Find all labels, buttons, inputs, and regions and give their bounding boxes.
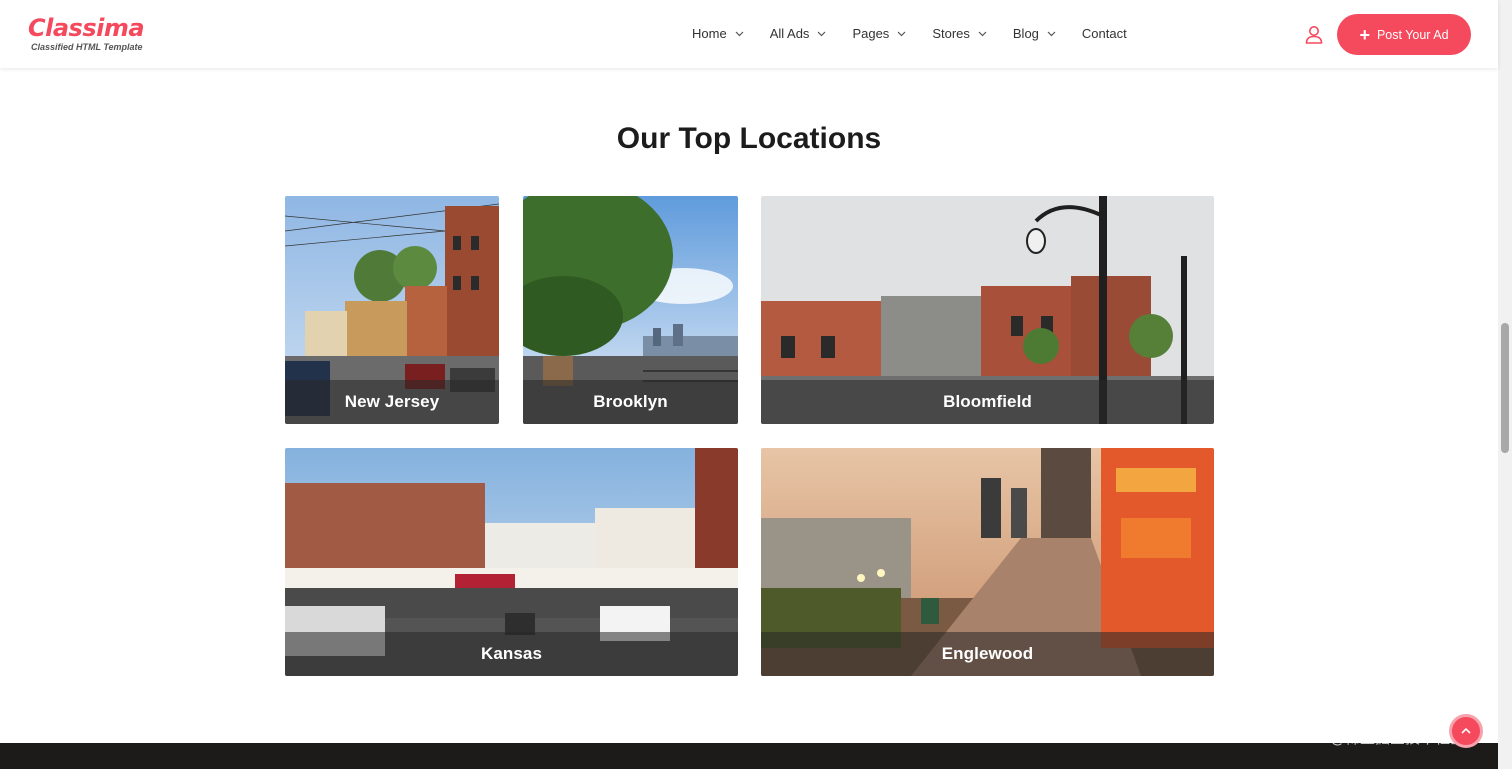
location-name: New Jersey: [344, 392, 440, 411]
nav-item-label: Stores: [932, 26, 970, 41]
nav-item-blog[interactable]: Blog: [1013, 24, 1056, 44]
nav-item-label: Contact: [1081, 26, 1127, 41]
location-card-brooklyn[interactable]: Brooklyn: [523, 196, 738, 424]
location-label-bar: Kansas: [285, 632, 738, 676]
location-card-englewood[interactable]: Englewood: [761, 448, 1214, 676]
watermark: @稀土掘金技术社区: [1330, 729, 1466, 747]
nav-item-stores[interactable]: Stores: [932, 24, 987, 44]
location-name: Kansas: [480, 644, 543, 663]
site-header: Classima Classified HTML Template Home A…: [0, 0, 1498, 68]
location-name: Bloomfield: [943, 392, 1032, 411]
arrow-up-icon: [1461, 727, 1471, 734]
post-button-label: Post Your Ad: [1376, 27, 1449, 42]
back-to-top-button[interactable]: [1449, 714, 1483, 748]
nav-item-all-ads[interactable]: All Ads: [770, 24, 827, 44]
nav-item-label: Home: [692, 26, 727, 41]
section-title: Our Top Locations: [616, 122, 882, 155]
scrollbar-thumb[interactable]: [1501, 323, 1509, 453]
location-name: Englewood: [941, 644, 1034, 663]
main-nav: Home All Ads Pages Stores Blog Contact: [692, 24, 1153, 44]
post-your-ad-button[interactable]: + Post Your Ad: [1337, 14, 1471, 55]
location-label-bar: Brooklyn: [523, 380, 738, 424]
location-label-bar: Bloomfield: [761, 380, 1214, 424]
nav-item-label: Blog: [1012, 26, 1039, 41]
location-card-bloomfield[interactable]: Bloomfield: [761, 196, 1214, 424]
nav-item-label: Pages: [852, 26, 890, 41]
site-logo[interactable]: Classima Classified HTML Template: [28, 14, 145, 52]
logo-wordmark: Classima: [28, 14, 145, 42]
nav-item-pages[interactable]: Pages: [852, 24, 906, 44]
footer-band: [0, 743, 1498, 769]
user-icon[interactable]: [1305, 25, 1323, 44]
logo-tagline: Classified HTML Template: [31, 42, 143, 52]
chevron-down-icon: [1047, 31, 1056, 37]
location-label-bar: New Jersey: [285, 380, 499, 424]
vertical-scrollbar[interactable]: [1498, 0, 1512, 769]
chevron-down-icon: [735, 31, 744, 37]
chevron-down-icon: [897, 31, 906, 37]
chevron-down-icon: [978, 31, 987, 37]
nav-item-home[interactable]: Home: [692, 24, 744, 44]
location-card-kansas[interactable]: Kansas: [285, 448, 738, 676]
location-card-new-jersey[interactable]: New Jersey: [285, 196, 499, 424]
location-label-bar: Englewood: [761, 632, 1214, 676]
nav-item-contact[interactable]: Contact: [1082, 24, 1127, 44]
chevron-down-icon: [818, 31, 826, 37]
nav-item-label: All Ads: [769, 26, 810, 41]
location-name: Brooklyn: [593, 392, 668, 411]
plus-icon: +: [1359, 24, 1370, 45]
